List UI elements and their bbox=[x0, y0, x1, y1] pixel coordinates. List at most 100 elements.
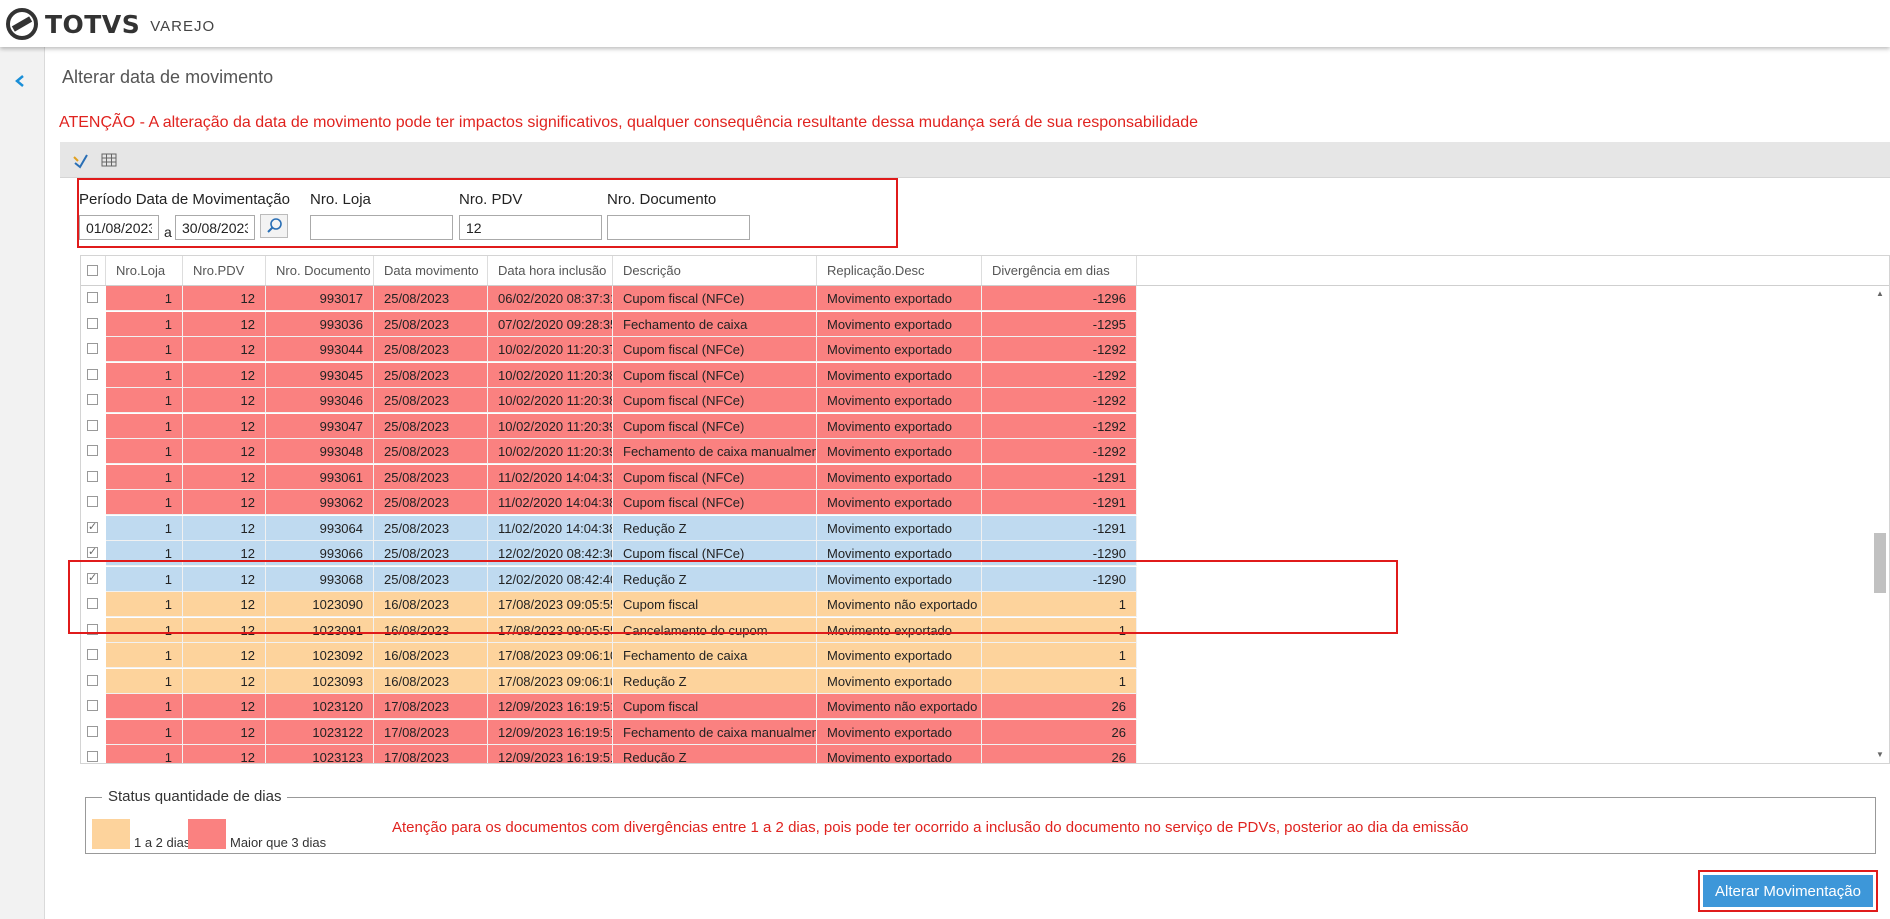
table-row[interactable]: 11299306425/08/202311/02/2020 14:04:38Re… bbox=[81, 515, 1871, 541]
table-row[interactable]: 1 12 993061 25/08/2023 11/02/2020 14:04:33 Cu… bbox=[81, 464, 1871, 490]
table-row[interactable]: 1 12 993046 25/08/2023 10/02/2020 11:20:38 Cu… bbox=[81, 388, 1871, 413]
cell-descricao: Redução Z bbox=[613, 668, 817, 694]
row-checkbox[interactable] bbox=[87, 725, 98, 737]
cell-doc: 993046 bbox=[266, 388, 374, 413]
cell-descricao: Cupom fiscal bbox=[613, 592, 817, 617]
row-checkbox[interactable] bbox=[87, 623, 98, 635]
row-select-cell[interactable] bbox=[81, 643, 106, 668]
table-row[interactable]: 11299306825/08/202312/02/2020 08:42:40Re… bbox=[81, 566, 1871, 592]
row-select-cell[interactable] bbox=[81, 694, 106, 719]
table-row[interactable]: 1 12 1023092 16/08/2023 17/08/2023 09:06:10 F… bbox=[81, 643, 1871, 668]
table-row[interactable]: 1 12 993047 25/08/2023 10/02/2020 11:20:39 Cu… bbox=[81, 413, 1871, 439]
row-checkbox[interactable] bbox=[87, 496, 98, 507]
row-checkbox[interactable] bbox=[87, 317, 98, 329]
row-select-cell[interactable] bbox=[81, 413, 106, 439]
grid-body: 1 12 993017 25/08/2023 06/02/2020 08:37:31 Cu… bbox=[81, 286, 1871, 763]
row-checkbox[interactable] bbox=[87, 545, 98, 558]
header-nro-pdv[interactable]: Nro.PDV bbox=[183, 256, 266, 285]
totvs-logo[interactable]: TOTVS VAREJO bbox=[6, 8, 215, 40]
row-checkbox[interactable] bbox=[87, 571, 98, 584]
table-row[interactable]: 1 12 1023091 16/08/2023 17/08/2023 09:05:55 C… bbox=[81, 617, 1871, 643]
search-button[interactable] bbox=[260, 214, 288, 238]
row-select-cell[interactable] bbox=[81, 745, 106, 763]
row-select-cell[interactable] bbox=[81, 515, 106, 541]
select-all-checkbox[interactable] bbox=[87, 265, 98, 276]
grid-scrollbar[interactable]: ▲ ▼ bbox=[1871, 286, 1889, 763]
row-checkbox[interactable] bbox=[87, 700, 98, 711]
header-data-hora-inclusao[interactable]: Data hora inclusão bbox=[488, 256, 613, 285]
alterar-movimentacao-button[interactable]: Alterar Movimentação bbox=[1703, 875, 1873, 907]
clear-filter-icon[interactable] bbox=[72, 151, 90, 169]
grid-header: Nro.Loja Nro.PDV Nro. Documento Data movime… bbox=[81, 256, 1889, 286]
cell-divergencia: -1292 bbox=[982, 388, 1137, 413]
header-nro-loja[interactable]: Nro.Loja bbox=[106, 256, 183, 285]
cell-divergencia: -1296 bbox=[982, 286, 1137, 311]
pdv-input[interactable] bbox=[459, 215, 602, 240]
chevron-left-icon[interactable] bbox=[12, 73, 28, 89]
row-checkbox[interactable] bbox=[87, 470, 98, 482]
date-to-input[interactable] bbox=[175, 215, 255, 240]
row-checkbox[interactable] bbox=[87, 368, 98, 380]
row-checkbox[interactable] bbox=[87, 292, 98, 303]
row-checkbox[interactable] bbox=[87, 520, 98, 533]
table-row[interactable]: 1 12 1023090 16/08/2023 17/08/2023 09:05:55 C… bbox=[81, 592, 1871, 617]
grid-view-icon[interactable] bbox=[100, 151, 118, 169]
row-select-cell[interactable] bbox=[81, 719, 106, 745]
header-divergencia[interactable]: Divergência em dias bbox=[982, 256, 1137, 285]
store-input[interactable] bbox=[310, 215, 453, 240]
row-checkbox[interactable] bbox=[87, 419, 98, 431]
table-row[interactable]: 1 12 1023120 17/08/2023 12/09/2023 16:19:51 C… bbox=[81, 694, 1871, 719]
row-select-cell[interactable] bbox=[81, 617, 106, 643]
row-select-cell[interactable] bbox=[81, 490, 106, 515]
row-select-cell[interactable] bbox=[81, 286, 106, 311]
row-select-cell[interactable] bbox=[81, 464, 106, 490]
scroll-thumb[interactable] bbox=[1874, 533, 1886, 593]
row-checkbox[interactable] bbox=[87, 343, 98, 354]
row-select-cell[interactable] bbox=[81, 566, 106, 592]
header-data-movimento[interactable]: Data movimento bbox=[374, 256, 488, 285]
table-row[interactable]: 1 12 1023093 16/08/2023 17/08/2023 09:06:10 R… bbox=[81, 668, 1871, 694]
table-row[interactable]: 1 12 993036 25/08/2023 07/02/2020 09:28:35 Fe… bbox=[81, 311, 1871, 337]
table-row[interactable]: 1 12 993062 25/08/2023 11/02/2020 14:04:38 Cu… bbox=[81, 490, 1871, 515]
table-row[interactable]: 1 12 1023123 17/08/2023 12/09/2023 16:19:51 R… bbox=[81, 745, 1871, 763]
header-descricao[interactable]: Descrição bbox=[613, 256, 817, 285]
table-row[interactable]: 1 12 1023122 17/08/2023 12/09/2023 16:19:51 F… bbox=[81, 719, 1871, 745]
cell-pdv: 12 bbox=[183, 388, 266, 413]
header-nro-documento[interactable]: Nro. Documento bbox=[266, 256, 374, 285]
cell-pdv: 12 bbox=[183, 439, 266, 464]
cell-inclusao: 06/02/2020 08:37:31 bbox=[488, 286, 613, 311]
row-checkbox[interactable] bbox=[87, 649, 98, 660]
row-select-cell[interactable] bbox=[81, 541, 106, 566]
table-row[interactable]: 1 12 993017 25/08/2023 06/02/2020 08:37:31 Cu… bbox=[81, 286, 1871, 311]
cell-data: 25/08/2023 bbox=[374, 515, 488, 541]
row-checkbox[interactable] bbox=[87, 445, 98, 456]
row-select-cell[interactable] bbox=[81, 362, 106, 388]
row-select-cell[interactable] bbox=[81, 592, 106, 617]
row-select-cell[interactable] bbox=[81, 311, 106, 337]
cell-loja: 1 bbox=[106, 286, 183, 311]
table-row[interactable]: 1 12 993048 25/08/2023 10/02/2020 11:20:39 Fe… bbox=[81, 439, 1871, 464]
table-row[interactable]: 1 12 993045 25/08/2023 10/02/2020 11:20:38 Cu… bbox=[81, 362, 1871, 388]
scroll-down-icon[interactable]: ▼ bbox=[1875, 751, 1885, 759]
table-row[interactable]: 1 12 993044 25/08/2023 10/02/2020 11:20:37 Cu… bbox=[81, 337, 1871, 362]
row-checkbox[interactable] bbox=[87, 674, 98, 686]
header-replicacao[interactable]: Replicação.Desc bbox=[817, 256, 982, 285]
table-row[interactable]: 11299306625/08/202312/02/2020 08:42:30Cu… bbox=[81, 541, 1871, 566]
document-input[interactable] bbox=[607, 215, 750, 240]
header-select-all[interactable] bbox=[81, 256, 106, 285]
cell-loja: 1 bbox=[106, 311, 183, 337]
cell-divergencia: -1295 bbox=[982, 311, 1137, 337]
row-select-cell[interactable] bbox=[81, 668, 106, 694]
scroll-up-icon[interactable]: ▲ bbox=[1875, 290, 1885, 298]
row-select-cell[interactable] bbox=[81, 439, 106, 464]
date-from-input[interactable] bbox=[79, 215, 159, 240]
swatch-label-1-2-days: 1 a 2 dias bbox=[134, 835, 191, 850]
cell-pdv: 12 bbox=[183, 286, 266, 311]
row-select-cell[interactable] bbox=[81, 337, 106, 362]
cell-divergencia: 26 bbox=[982, 745, 1137, 763]
row-checkbox[interactable] bbox=[87, 751, 98, 762]
row-checkbox[interactable] bbox=[87, 394, 98, 405]
row-checkbox[interactable] bbox=[87, 598, 98, 609]
row-select-cell[interactable] bbox=[81, 388, 106, 413]
cell-replicacao: Movimento exportado bbox=[817, 719, 982, 745]
